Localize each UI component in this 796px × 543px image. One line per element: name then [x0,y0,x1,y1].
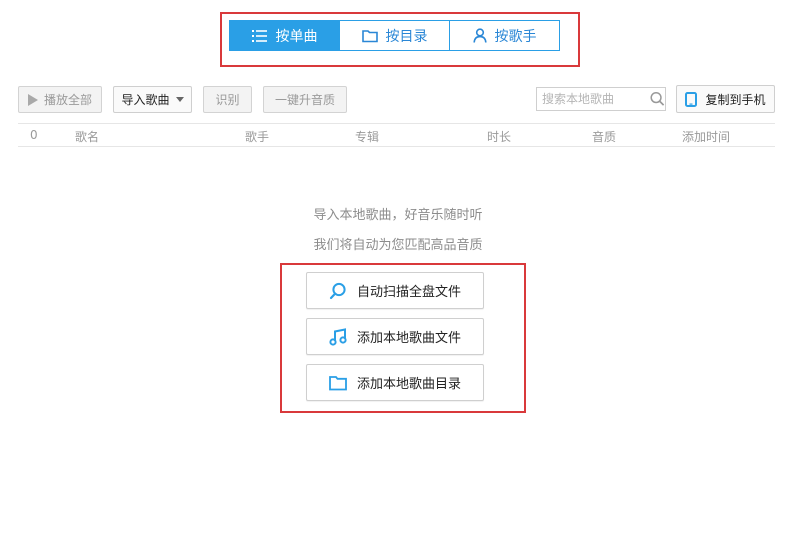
column-header-index: 0 [30,128,38,142]
list-icon [251,29,267,42]
column-header-album[interactable]: 专辑 [355,128,379,145]
person-icon [472,28,487,43]
empty-state-line2: 我们将自动为您匹配高品音质 [313,238,483,253]
upgrade-quality-label: 一键升音质 [274,93,335,107]
empty-state-line1: 导入本地歌曲，好音乐随时听 [313,208,483,223]
tab-label: 按目录 [385,28,428,45]
search-box [536,87,666,111]
add-song-directory-button[interactable]: 添加本地歌曲目录 [306,364,484,401]
folder-icon [329,375,347,390]
upgrade-quality-button[interactable]: 一键升音质 [263,86,347,113]
column-header-added-time[interactable]: 添加时间 [682,128,730,145]
identify-button[interactable]: 识别 [203,86,252,113]
add-song-files-button[interactable]: 添加本地歌曲文件 [306,318,484,355]
add-song-files-label: 添加本地歌曲文件 [356,331,461,346]
scan-all-files-button[interactable]: 自动扫描全盘文件 [306,272,484,309]
column-header-artist[interactable]: 歌手 [245,128,269,145]
add-song-directory-label: 添加本地歌曲目录 [356,377,461,392]
tab-by-directory[interactable]: 按目录 [339,20,450,51]
tab-label: 按歌手 [494,28,537,45]
search-icon [329,282,346,299]
search-icon[interactable] [650,91,665,107]
caret-down-icon [175,97,184,102]
tab-by-song[interactable]: 按单曲 [229,20,340,51]
tab-label: 按单曲 [275,28,318,45]
phone-icon [685,91,698,107]
table-header: 0 歌名 歌手 专辑 时长 音质 添加时间 [18,123,775,147]
import-songs-dropdown[interactable]: 导入歌曲 [113,86,192,113]
music-note-icon [329,327,347,346]
play-all-button[interactable]: 播放全部 [18,86,102,113]
column-header-title[interactable]: 歌名 [75,128,99,145]
copy-to-phone-button[interactable]: 复制到手机 [676,85,775,113]
tab-by-artist[interactable]: 按歌手 [449,20,560,51]
play-icon [27,93,38,106]
column-header-duration[interactable]: 时长 [487,128,511,145]
search-input[interactable] [537,88,642,110]
scan-all-files-label: 自动扫描全盘文件 [356,285,461,300]
column-header-quality[interactable]: 音质 [592,128,616,145]
folder-icon [361,29,378,42]
identify-label: 识别 [215,93,240,107]
copy-to-phone-label: 复制到手机 [705,92,766,107]
play-all-label: 播放全部 [43,93,92,107]
import-songs-label: 导入歌曲 [121,93,170,107]
